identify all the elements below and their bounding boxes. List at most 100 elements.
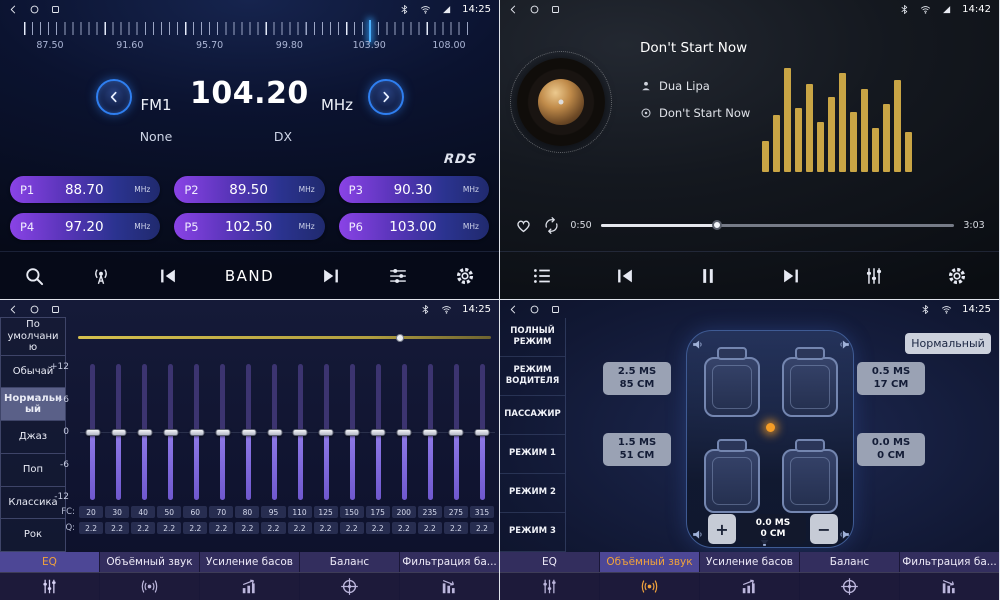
sound-tab[interactable]: Объёмный звук — [100, 552, 200, 572]
delay-increase-button[interactable]: + — [708, 514, 736, 544]
search-icon[interactable] — [23, 265, 45, 287]
next-track-icon[interactable] — [780, 265, 802, 287]
eq-band-slider[interactable] — [365, 364, 391, 500]
sound-tab[interactable]: Фильтрация ба... — [900, 552, 999, 572]
sound-tab-icon-cell[interactable] — [300, 573, 400, 600]
eq-band-slider[interactable] — [469, 364, 495, 500]
preset-button[interactable]: P188.70MHz — [10, 176, 160, 203]
eq-band-slider[interactable] — [236, 364, 262, 500]
sound-tab-icon-cell[interactable] — [800, 573, 900, 600]
sound-tab-icon-cell[interactable] — [0, 573, 100, 600]
previous-track-icon[interactable] — [614, 265, 636, 287]
eq-band-slider[interactable] — [313, 364, 339, 500]
eq-band-slider[interactable] — [339, 364, 365, 500]
preset-button[interactable]: P390.30MHz — [339, 176, 489, 203]
front-right-delay-button[interactable]: 0.5 MS 17 CM — [857, 362, 925, 395]
rear-right-delay-button[interactable]: 0.0 MS 0 CM — [857, 433, 925, 466]
eq-slider-handle[interactable] — [163, 429, 178, 436]
back-icon[interactable] — [508, 304, 519, 315]
sound-tab[interactable]: Усиление басов — [700, 552, 800, 572]
eq-range-handle[interactable] — [396, 334, 404, 342]
eq-band-slider[interactable] — [80, 364, 106, 500]
home-icon[interactable] — [529, 304, 540, 315]
eq-slider-handle[interactable] — [241, 429, 256, 436]
sound-tab-icon-cell[interactable] — [400, 573, 499, 600]
band-button[interactable]: BAND — [225, 267, 274, 285]
back-icon[interactable] — [8, 4, 19, 15]
eq-slider-handle[interactable] — [397, 429, 412, 436]
sound-tab-icon-cell[interactable] — [600, 573, 700, 600]
sound-preset-button[interactable]: Нормальный — [905, 333, 991, 354]
surround-mode-item[interactable]: ПАССАЖИР — [500, 396, 565, 435]
tune-up-button[interactable] — [368, 79, 404, 115]
eq-slider-handle[interactable] — [319, 429, 334, 436]
eq-band-slider[interactable] — [158, 364, 184, 500]
eq-slider-handle[interactable] — [371, 429, 386, 436]
sound-tab-icon-cell[interactable] — [900, 573, 999, 600]
sound-tab-icon-cell[interactable] — [700, 573, 800, 600]
eq-slider-handle[interactable] — [189, 429, 204, 436]
eq-band-slider[interactable] — [184, 364, 210, 500]
preset-button[interactable]: P6103.00MHz — [339, 213, 489, 240]
sound-tab[interactable]: Баланс — [800, 552, 900, 572]
tune-down-button[interactable] — [96, 79, 132, 115]
settings-gear-icon[interactable] — [454, 265, 476, 287]
preset-button[interactable]: P5102.50MHz — [174, 213, 324, 240]
surround-mode-item[interactable]: РЕЖИМ 2 — [500, 474, 565, 513]
eq-band-slider[interactable] — [262, 364, 288, 500]
home-icon[interactable] — [29, 4, 40, 15]
eq-band-slider[interactable] — [106, 364, 132, 500]
eq-slider-handle[interactable] — [137, 429, 152, 436]
eq-band-slider[interactable] — [288, 364, 314, 500]
sound-tab[interactable]: EQ — [500, 552, 600, 572]
previous-station-icon[interactable] — [157, 265, 179, 287]
recents-icon[interactable] — [550, 304, 561, 315]
seek-handle[interactable] — [712, 220, 722, 230]
playlist-icon[interactable] — [531, 265, 553, 287]
home-icon[interactable] — [529, 4, 540, 15]
recents-icon[interactable] — [50, 304, 61, 315]
eq-band-slider[interactable] — [391, 364, 417, 500]
eq-preset-item[interactable]: По умолчанию — [0, 317, 66, 356]
surround-mode-item[interactable]: ПОЛНЫЙ РЕЖИМ — [500, 318, 565, 357]
eq-slider-handle[interactable] — [215, 429, 230, 436]
front-left-delay-button[interactable]: 2.5 MS 85 CM — [603, 362, 671, 395]
home-icon[interactable] — [29, 304, 40, 315]
favorite-heart-icon[interactable] — [514, 216, 533, 235]
eq-slider-handle[interactable] — [475, 429, 490, 436]
surround-mode-item[interactable]: РЕЖИМ 1 — [500, 435, 565, 474]
eq-slider-handle[interactable] — [267, 429, 282, 436]
surround-mode-item[interactable]: РЕЖИМ ВОДИТЕЛЯ — [500, 357, 565, 396]
eq-slider-handle[interactable] — [423, 429, 438, 436]
sound-tab[interactable]: EQ — [0, 552, 100, 572]
eq-slider-handle[interactable] — [345, 429, 360, 436]
eq-band-slider[interactable] — [132, 364, 158, 500]
eq-band-slider[interactable] — [210, 364, 236, 500]
eq-slider-handle[interactable] — [293, 429, 308, 436]
sound-tab-icon-cell[interactable] — [100, 573, 200, 600]
eq-range-slider[interactable] — [78, 336, 491, 339]
sound-tab-icon-cell[interactable] — [500, 573, 600, 600]
next-station-icon[interactable] — [320, 265, 342, 287]
eq-slider-handle[interactable] — [111, 429, 126, 436]
surround-mode-item[interactable]: РЕЖИМ 3 — [500, 513, 565, 552]
preset-button[interactable]: P497.20MHz — [10, 213, 160, 240]
back-icon[interactable] — [508, 4, 519, 15]
audio-mixer-icon[interactable] — [863, 265, 885, 287]
eq-slider-handle[interactable] — [85, 429, 100, 436]
sound-tab[interactable]: Объёмный звук — [600, 552, 700, 572]
sound-tab[interactable]: Усиление басов — [200, 552, 300, 572]
eq-band-slider[interactable] — [417, 364, 443, 500]
audio-tune-icon[interactable] — [387, 265, 409, 287]
back-icon[interactable] — [8, 304, 19, 315]
repeat-icon[interactable] — [542, 216, 561, 235]
rear-left-delay-button[interactable]: 1.5 MS 51 CM — [603, 433, 671, 466]
recents-icon[interactable] — [50, 4, 61, 15]
sound-tab[interactable]: Фильтрация ба... — [400, 552, 499, 572]
delay-decrease-button[interactable]: − — [810, 514, 838, 544]
station-scan-icon[interactable] — [90, 265, 112, 287]
pause-icon[interactable] — [697, 265, 719, 287]
listening-position-dot[interactable] — [766, 423, 775, 432]
recents-icon[interactable] — [550, 4, 561, 15]
seek-bar[interactable] — [601, 224, 954, 227]
